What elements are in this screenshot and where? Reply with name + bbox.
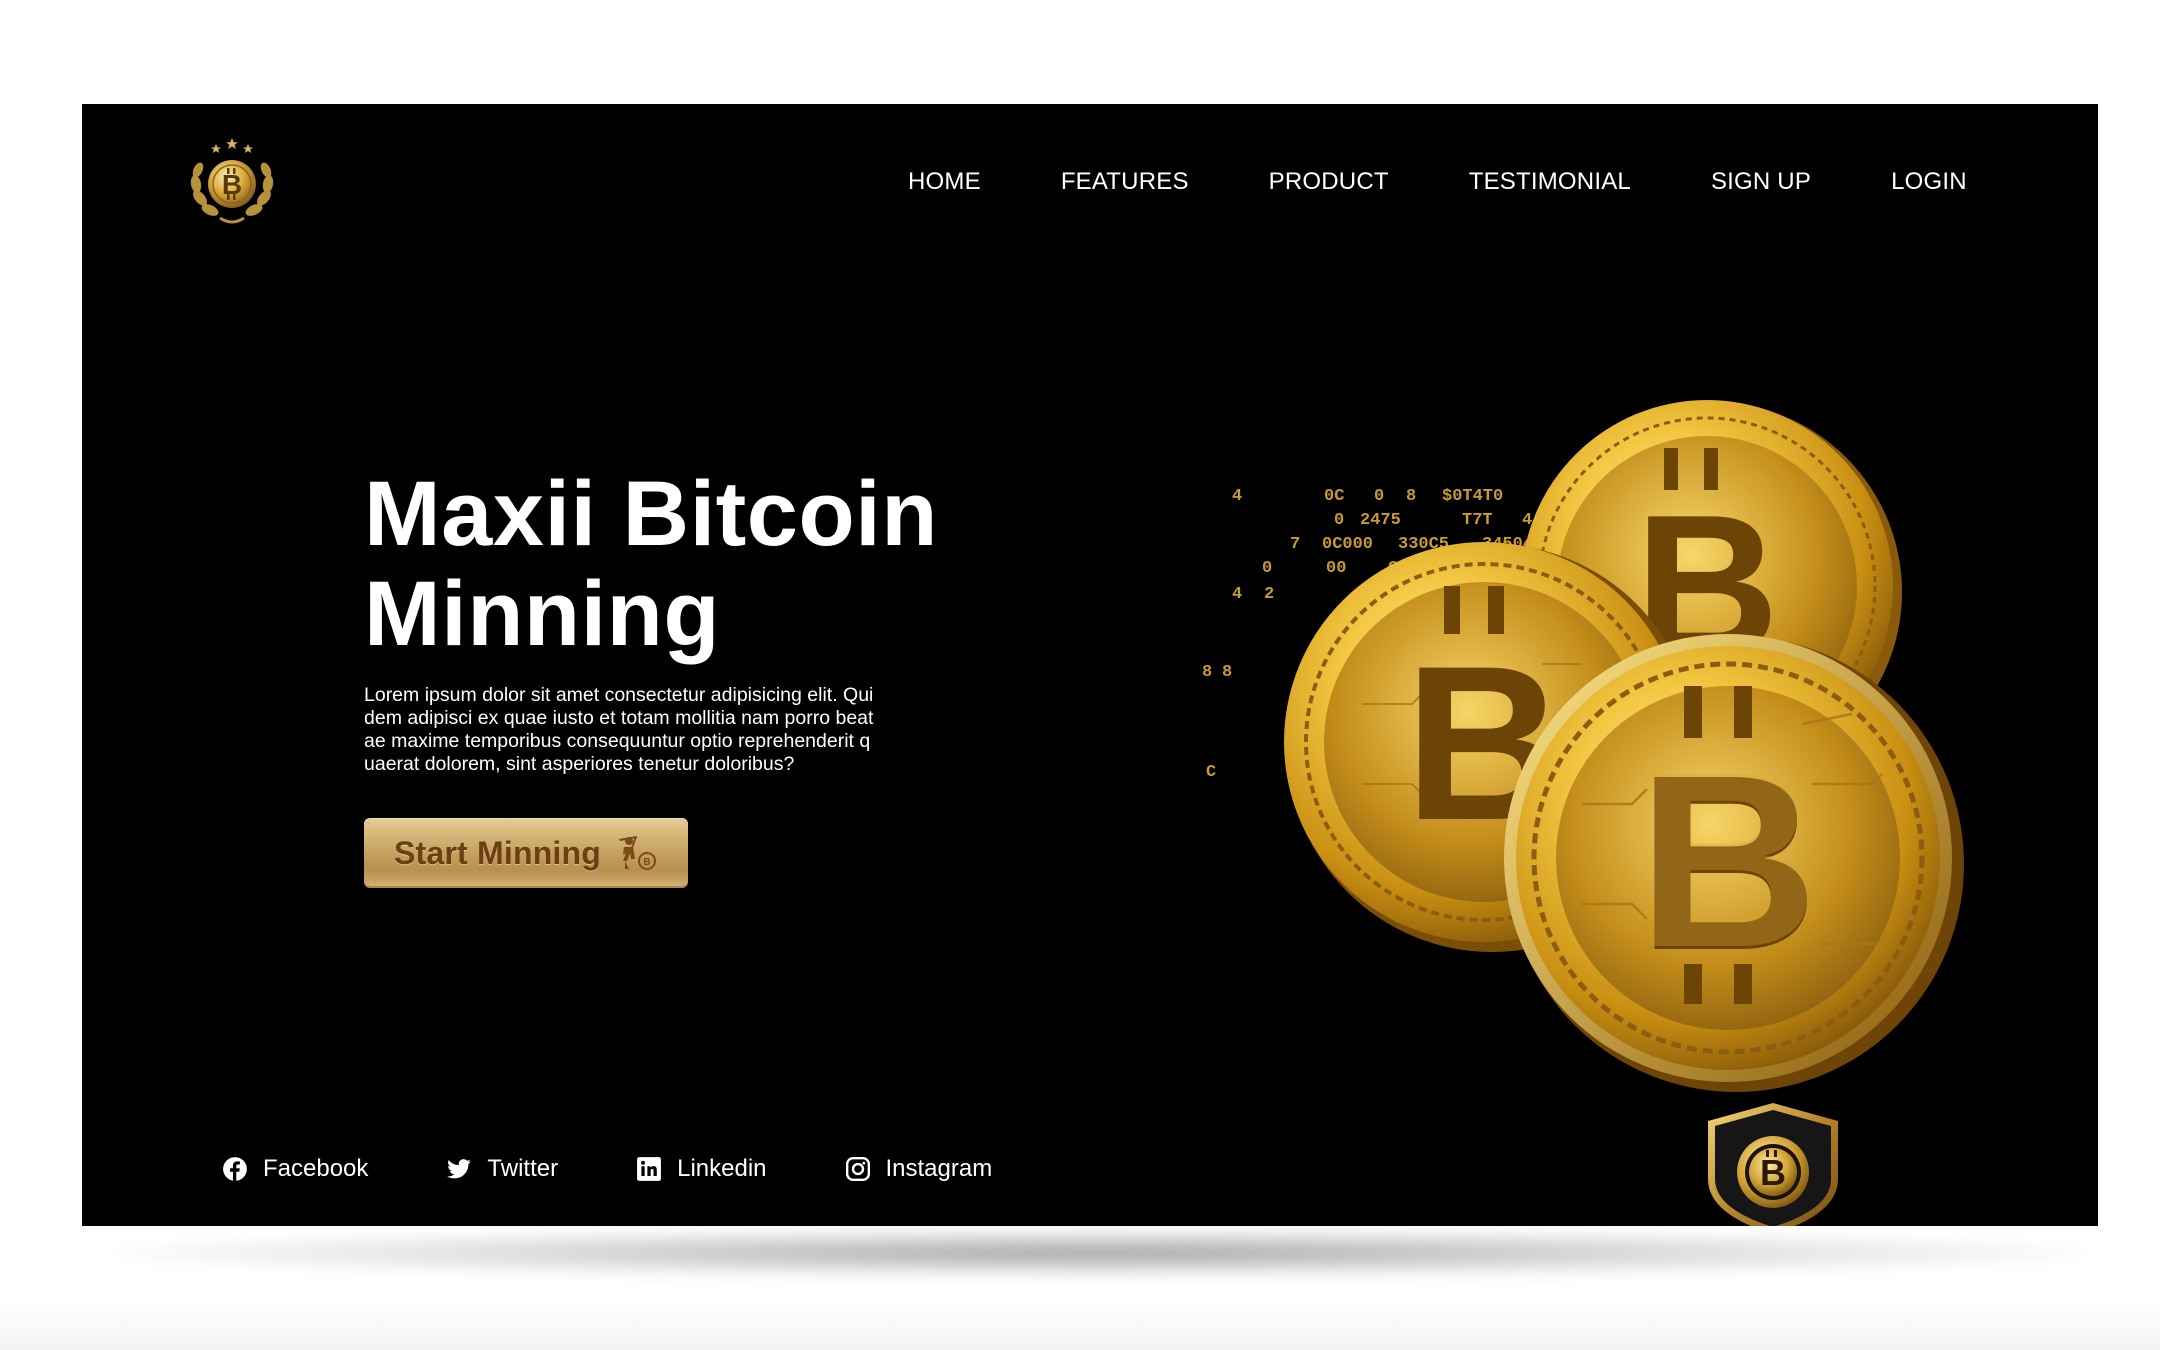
hero-description: Lorem ipsum dolor sit amet consectetur a… [364, 684, 874, 775]
svg-text:B: B [222, 169, 242, 200]
nav-login[interactable]: LOGIN [1891, 162, 1967, 202]
svg-text:$0T4T0: $0T4T0 [1442, 487, 1503, 506]
social-twitter[interactable]: Twitter [446, 1155, 558, 1183]
start-mining-label: Start Minning [394, 834, 602, 871]
svg-text:T7T: T7T [1462, 511, 1493, 530]
svg-text:0C000: 0C000 [1322, 535, 1373, 554]
main-nav: HOME FEATURES PRODUCT TESTIMONIAL SIGN U… [908, 162, 1967, 202]
nav-home[interactable]: HOME [908, 162, 981, 202]
bitcoin-shield-icon: B [1708, 1103, 1838, 1226]
svg-text:0: 0 [1262, 559, 1272, 578]
svg-text:4: 4 [1232, 585, 1242, 604]
svg-text:0C: 0C [1324, 487, 1344, 506]
facebook-icon [223, 1157, 247, 1181]
social-instagram[interactable]: Instagram [845, 1155, 993, 1183]
nav-features[interactable]: FEATURES [1061, 162, 1189, 202]
svg-text:8: 8 [1406, 487, 1416, 506]
svg-text:8: 8 [1222, 663, 1232, 682]
social-facebook[interactable]: Facebook [222, 1155, 368, 1183]
linkedin-label: Linkedin [677, 1155, 767, 1182]
svg-text:4: 4 [1232, 487, 1242, 506]
hero-title: Maxii Bitcoin Minning [364, 464, 1084, 664]
twitter-label: Twitter [487, 1155, 559, 1182]
svg-text:2475: 2475 [1360, 511, 1401, 530]
svg-text:00: 00 [1326, 559, 1346, 578]
svg-text:B: B [1638, 720, 1819, 999]
instagram-label: Instagram [885, 1155, 993, 1182]
svg-text:0: 0 [1334, 511, 1344, 530]
svg-text:B: B [643, 857, 650, 868]
nav-sign-up[interactable]: SIGN UP [1711, 162, 1811, 202]
bitcoin-laurel-logo-icon[interactable]: B [182, 132, 282, 228]
card-shadow [120, 1228, 2080, 1278]
svg-text:8: 8 [1202, 663, 1212, 682]
svg-text:B: B [1760, 1152, 1786, 1193]
twitter-icon [447, 1159, 472, 1179]
social-links: Facebook Twitter Linkedin Instagram [222, 1144, 992, 1194]
svg-text:7: 7 [1290, 535, 1300, 554]
social-linkedin[interactable]: Linkedin [636, 1155, 767, 1183]
nav-product[interactable]: PRODUCT [1269, 162, 1389, 202]
hero-title-line2: Minning [364, 563, 721, 665]
landing-page-card: B HOME FEATURES PRODUCT TESTIMONIAL SIGN… [82, 104, 2098, 1226]
page-bottom [0, 1300, 2160, 1350]
linkedin-icon [637, 1157, 662, 1181]
nav-testimonial[interactable]: TESTIMONIAL [1469, 162, 1631, 202]
miner-icon: B [619, 836, 657, 870]
golden-bitcoin-coins-image: 4 0C08 $0T4T0T0C 02475T7T 42202 70C00033… [1202, 400, 1964, 1092]
svg-text:2: 2 [1264, 585, 1274, 604]
hero-title-line1: Maxii Bitcoin [364, 463, 938, 565]
svg-text:0: 0 [1374, 487, 1384, 506]
start-mining-button[interactable]: Start Minning B [364, 818, 688, 888]
instagram-icon [845, 1156, 870, 1182]
svg-text:C: C [1206, 763, 1216, 782]
facebook-label: Facebook [263, 1155, 369, 1182]
